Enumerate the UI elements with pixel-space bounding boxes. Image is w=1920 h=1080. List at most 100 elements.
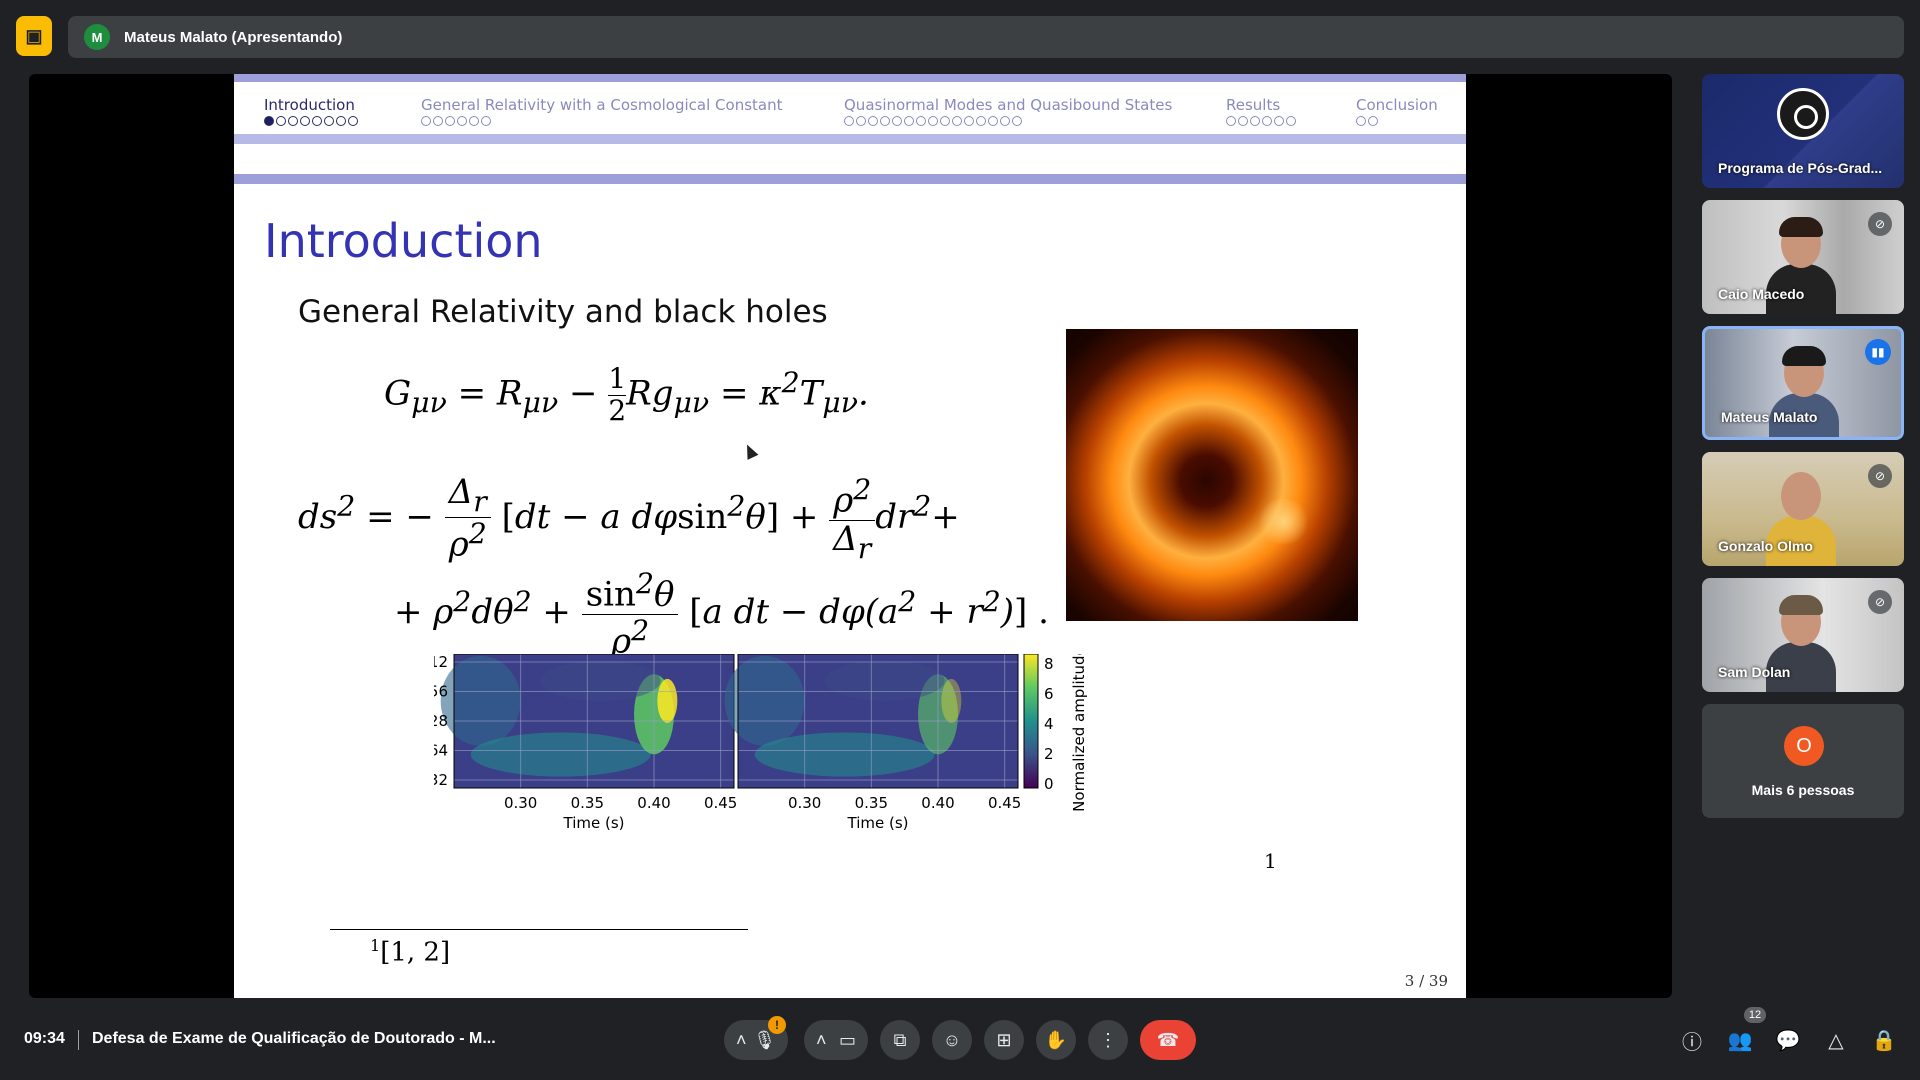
- nav-dot[interactable]: [481, 116, 491, 126]
- spectrogram-feature: [540, 660, 661, 701]
- camera-icon[interactable]: ▭: [839, 1030, 856, 1051]
- colorbar-tick-label: 2: [1044, 745, 1054, 763]
- x-tick-label: 0.35: [571, 794, 604, 812]
- nav-dot[interactable]: [300, 116, 310, 126]
- nav-dot[interactable]: [348, 116, 358, 126]
- camera-control[interactable]: ˄ ▭: [804, 1020, 868, 1060]
- nav-dot[interactable]: [469, 116, 479, 126]
- mouse-cursor-icon: [741, 442, 759, 460]
- nav-dot[interactable]: [312, 116, 322, 126]
- nav-section-results[interactable]: Results: [1226, 96, 1296, 126]
- colorbar-tick-label: 4: [1044, 715, 1054, 733]
- nav-dot[interactable]: [1368, 116, 1378, 126]
- activities-icon[interactable]: △: [1820, 1024, 1852, 1056]
- nav-dot[interactable]: [457, 116, 467, 126]
- end-call-button[interactable]: ☎: [1140, 1020, 1196, 1060]
- nav-dot[interactable]: [904, 116, 914, 126]
- present-button[interactable]: ⊞: [984, 1020, 1024, 1060]
- colorbar-label: Normalized amplitude: [1070, 654, 1088, 812]
- people-count-badge: 12: [1744, 1007, 1766, 1023]
- nav-dot[interactable]: [892, 116, 902, 126]
- video-feed: [1769, 346, 1839, 437]
- slide-subtitle: General Relativity and black holes: [298, 294, 828, 330]
- footnote-text: [1, 2]: [380, 937, 451, 968]
- participant-tile-active[interactable]: ▮▮ Mateus Malato: [1702, 326, 1904, 440]
- nav-dot[interactable]: [868, 116, 878, 126]
- y-tick-label: 128: [434, 712, 448, 730]
- nav-dot[interactable]: [880, 116, 890, 126]
- nav-dot[interactable]: [1000, 116, 1010, 126]
- spectrogram-feature: [440, 655, 521, 746]
- participant-tile[interactable]: ⊘ Gonzalo Olmo: [1702, 452, 1904, 566]
- nav-dot[interactable]: [1356, 116, 1366, 126]
- spectrogram-feature: [724, 655, 805, 746]
- more-vert-icon: ⋮: [1099, 1029, 1117, 1050]
- nav-dot[interactable]: [844, 116, 854, 126]
- mic-off-icon: ⊘: [1868, 212, 1892, 236]
- nav-dot[interactable]: [1012, 116, 1022, 126]
- info-icon[interactable]: ⓘ: [1676, 1024, 1708, 1056]
- nav-dot[interactable]: [976, 116, 986, 126]
- beamer-strip: [234, 74, 1466, 82]
- nav-dot[interactable]: [856, 116, 866, 126]
- raise-hand-button[interactable]: ✋: [1036, 1020, 1076, 1060]
- nav-dot[interactable]: [1226, 116, 1236, 126]
- participant-name: Sam Dolan: [1718, 664, 1791, 680]
- host-controls-icon[interactable]: 🔒: [1868, 1024, 1900, 1056]
- nav-dot[interactable]: [264, 116, 274, 126]
- participant-tile[interactable]: Programa de Pós-Grad...: [1702, 74, 1904, 188]
- nav-dot[interactable]: [324, 116, 334, 126]
- nav-dot[interactable]: [1262, 116, 1272, 126]
- nav-dot[interactable]: [1250, 116, 1260, 126]
- more-participants-tile[interactable]: O Mais 6 pessoas: [1702, 704, 1904, 818]
- emoji-icon: ☺: [942, 1029, 962, 1050]
- chevron-up-icon[interactable]: ˄: [816, 1030, 827, 1051]
- nav-dot[interactable]: [1238, 116, 1248, 126]
- footnote-rule: [330, 929, 748, 930]
- presenter-bar: M Mateus Malato (Apresentando): [68, 16, 1904, 58]
- nav-dot[interactable]: [288, 116, 298, 126]
- nav-section-quasinormal[interactable]: Quasinormal Modes and Quasibound States: [844, 96, 1172, 126]
- mic-off-icon: ⊘: [1868, 590, 1892, 614]
- y-tick-label: 64: [434, 742, 448, 760]
- colorbar: [1023, 654, 1039, 789]
- x-tick-label: 0.40: [921, 794, 954, 812]
- nav-dot[interactable]: [988, 116, 998, 126]
- chat-icon[interactable]: 💬: [1772, 1024, 1804, 1056]
- participant-name: Gonzalo Olmo: [1718, 538, 1813, 554]
- black-hole-glow: [1256, 499, 1311, 544]
- speaking-indicator-icon: ▮▮: [1865, 339, 1891, 365]
- participant-name: Programa de Pós-Grad...: [1718, 160, 1883, 176]
- spectrogram-feature: [754, 732, 935, 777]
- nav-dot[interactable]: [336, 116, 346, 126]
- nav-dot[interactable]: [1274, 116, 1284, 126]
- nav-dot[interactable]: [964, 116, 974, 126]
- nav-section-introduction[interactable]: Introduction: [264, 96, 358, 126]
- nav-dot[interactable]: [1286, 116, 1296, 126]
- nav-dot[interactable]: [433, 116, 443, 126]
- nav-dot[interactable]: [445, 116, 455, 126]
- people-icon[interactable]: 👥: [1724, 1024, 1756, 1056]
- participant-name: Caio Macedo: [1718, 286, 1805, 302]
- participant-tile[interactable]: ⊘ Caio Macedo: [1702, 200, 1904, 314]
- presenting-icon[interactable]: ▣: [16, 16, 52, 56]
- participant-tile[interactable]: ⊘ Sam Dolan: [1702, 578, 1904, 692]
- nav-section-conclusion[interactable]: Conclusion: [1356, 96, 1438, 126]
- black-hole-image: [1066, 329, 1358, 621]
- chevron-up-icon[interactable]: ˄: [736, 1030, 747, 1051]
- mic-control[interactable]: ˄ 🎙 !: [724, 1016, 788, 1060]
- reactions-button[interactable]: ☺: [932, 1020, 972, 1060]
- spectrogram-feature: [470, 732, 651, 777]
- nav-dot[interactable]: [916, 116, 926, 126]
- nav-dot[interactable]: [421, 116, 431, 126]
- nav-dot[interactable]: [940, 116, 950, 126]
- nav-section-gr-cosmological[interactable]: General Relativity with a Cosmological C…: [421, 96, 783, 126]
- more-options-button[interactable]: ⋮: [1088, 1020, 1128, 1060]
- meeting-title: Defesa de Exame de Qualificação de Douto…: [92, 1030, 496, 1047]
- nav-dot[interactable]: [276, 116, 286, 126]
- nav-dot[interactable]: [952, 116, 962, 126]
- colorbar-tick-label: 6: [1044, 685, 1054, 703]
- nav-dot[interactable]: [928, 116, 938, 126]
- y-tick-label: 256: [434, 683, 448, 701]
- captions-button[interactable]: ⧉: [880, 1020, 920, 1060]
